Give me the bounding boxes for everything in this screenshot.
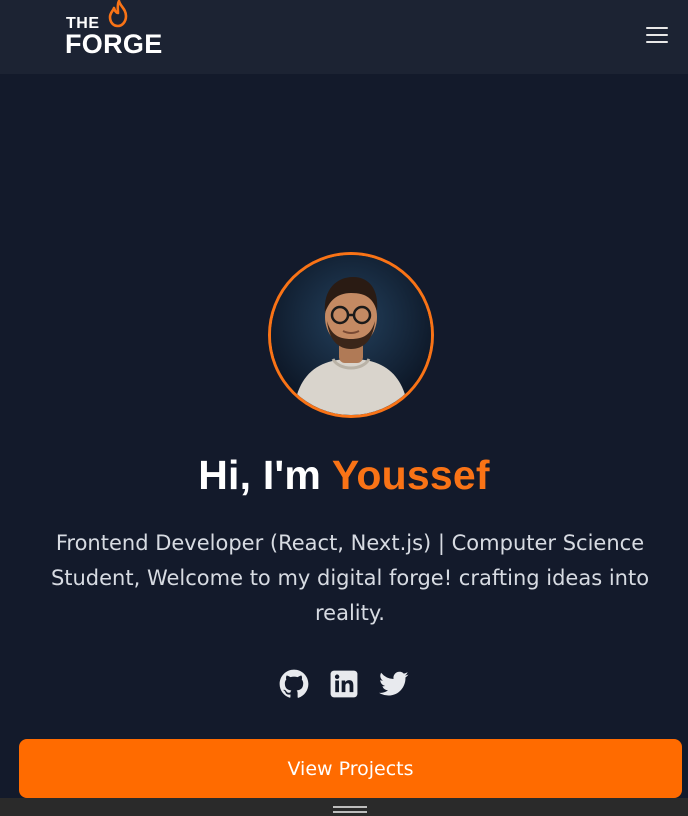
grip-line bbox=[333, 811, 367, 813]
hero-bio: Frontend Developer (React, Next.js) | Co… bbox=[50, 531, 650, 625]
twitter-icon[interactable] bbox=[379, 668, 409, 700]
github-icon[interactable] bbox=[279, 668, 309, 700]
brand-logo[interactable]: THE FORGE bbox=[65, 0, 175, 62]
grip-line bbox=[333, 806, 367, 808]
menu-line bbox=[646, 27, 668, 29]
greeting-text: Hi, I'm bbox=[198, 452, 332, 498]
menu-line bbox=[646, 41, 668, 43]
hero-name: Youssef bbox=[331, 452, 490, 498]
linkedin-icon-glyph bbox=[330, 670, 358, 698]
linkedin-icon[interactable] bbox=[329, 668, 359, 700]
hero-headline: Hi, I'm Youssef bbox=[0, 452, 688, 499]
top-navbar: THE FORGE bbox=[0, 0, 688, 74]
social-links bbox=[0, 668, 688, 702]
profile-avatar bbox=[268, 252, 434, 418]
profile-photo bbox=[271, 255, 431, 415]
menu-line bbox=[646, 34, 668, 36]
flame-icon bbox=[108, 0, 128, 28]
github-icon-glyph bbox=[279, 669, 309, 698]
drag-handle-icon[interactable] bbox=[333, 806, 367, 814]
twitter-icon-glyph bbox=[379, 671, 409, 696]
logo-text-forge: FORGE bbox=[65, 29, 163, 59]
view-projects-button[interactable]: View Projects bbox=[19, 739, 682, 798]
hamburger-menu-icon[interactable] bbox=[642, 22, 672, 48]
